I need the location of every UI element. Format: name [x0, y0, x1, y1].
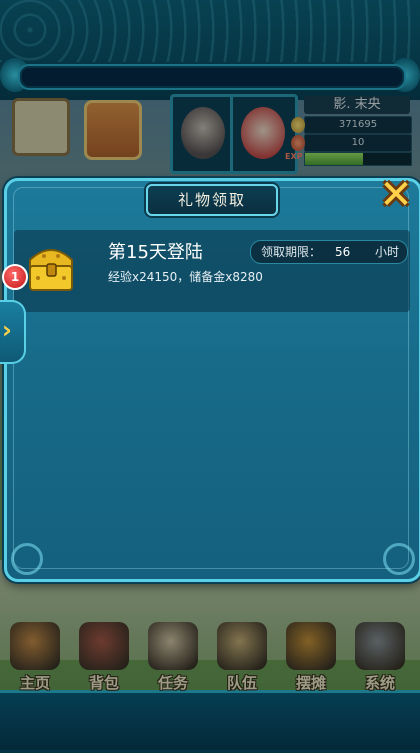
expire-value: 56: [335, 245, 351, 259]
expire-badge: 领取期限： 56 小时: [250, 240, 408, 264]
expire-unit: 小时: [375, 245, 400, 259]
expire-label: 领取期限：: [261, 245, 322, 259]
treasure-chest-icon: [29, 249, 73, 291]
corner-ornament-bl: [11, 543, 43, 575]
dialog-title: 礼物领取: [177, 191, 246, 209]
reward-title: 第15天登陆: [108, 242, 203, 263]
notification-badge: 1: [2, 264, 28, 290]
close-x-icon: ✕: [379, 172, 413, 218]
reward-description: 经验x24150，储备金x8280: [108, 270, 263, 284]
chevron-right-icon: ›: [2, 316, 12, 344]
close-button[interactable]: ✕: [378, 172, 414, 218]
side-expand-tab[interactable]: ›: [0, 300, 26, 364]
corner-ornament-br: [383, 543, 415, 575]
dialog-title-plate: 礼物领取: [146, 184, 278, 216]
reward-row[interactable]: 第15天登陆 经验x24150，储备金x8280 领取期限： 56 小时: [14, 230, 410, 312]
